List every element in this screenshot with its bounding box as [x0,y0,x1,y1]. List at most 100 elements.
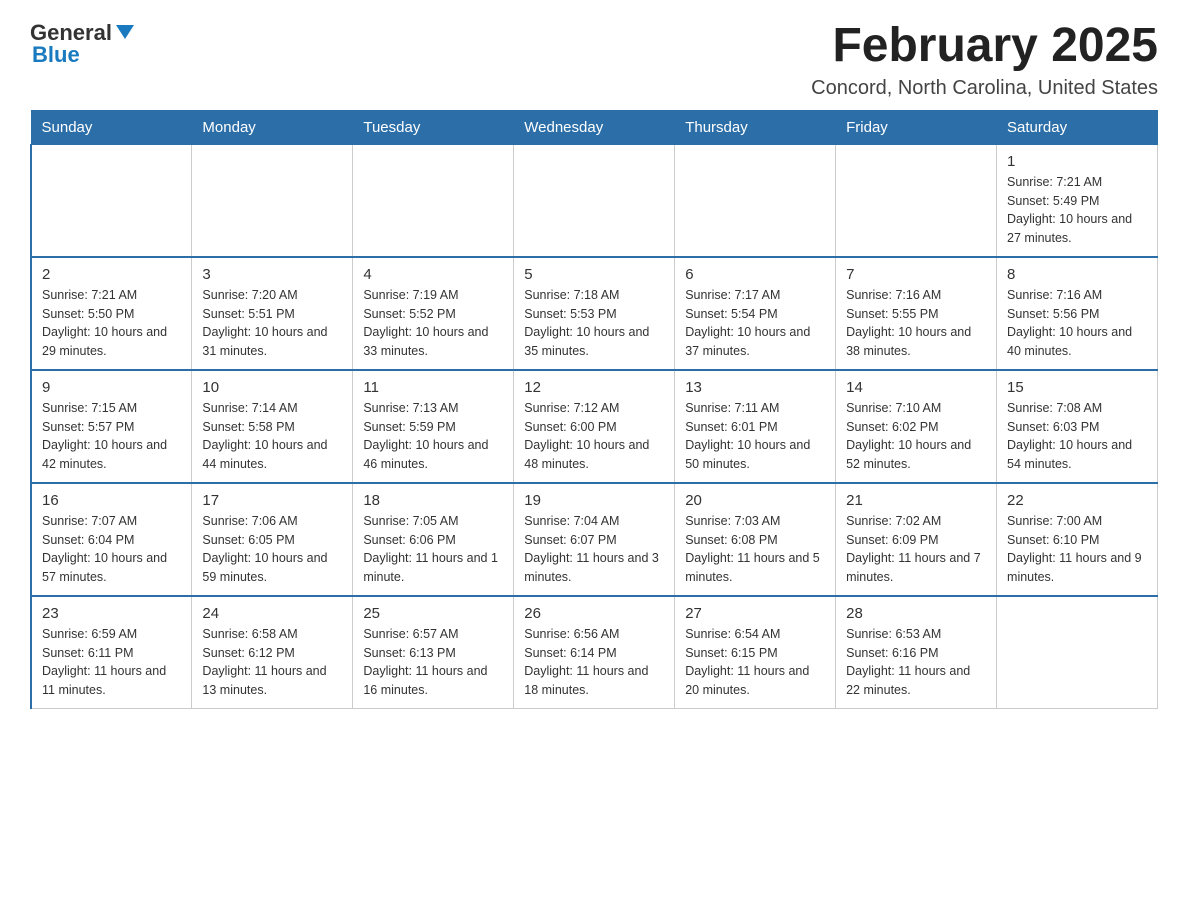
table-row: 28Sunrise: 6:53 AMSunset: 6:16 PMDayligh… [836,596,997,709]
day-info: Sunrise: 7:02 AMSunset: 6:09 PMDaylight:… [846,512,986,587]
day-number: 27 [685,605,825,622]
day-info: Sunrise: 6:53 AMSunset: 6:16 PMDaylight:… [846,625,986,700]
day-info: Sunrise: 7:15 AMSunset: 5:57 PMDaylight:… [42,399,181,474]
day-number: 11 [363,379,503,396]
day-info: Sunrise: 7:10 AMSunset: 6:02 PMDaylight:… [846,399,986,474]
day-number: 25 [363,605,503,622]
day-info: Sunrise: 7:19 AMSunset: 5:52 PMDaylight:… [363,286,503,361]
table-row: 11 Sunrise: 7:13 AMSunset: 5:59 PMDayligh… [353,370,514,483]
day-info: Sunrise: 6:58 AMSunset: 6:12 PMDaylight:… [202,625,342,700]
day-number: 20 [685,492,825,509]
day-number: 8 [1007,266,1147,283]
table-row: 21 Sunrise: 7:02 AMSunset: 6:09 PMDayligh… [836,483,997,596]
day-number: 6 [685,266,825,283]
table-row: 6 Sunrise: 7:17 AMSunset: 5:54 PMDaylight… [675,257,836,370]
table-row: 26 Sunrise: 6:56 AMSunset: 6:14 PMDayligh… [514,596,675,709]
table-row: 9 Sunrise: 7:15 AMSunset: 5:57 PMDaylight… [31,370,192,483]
table-row: 18 Sunrise: 7:05 AMSunset: 6:06 PMDayligh… [353,483,514,596]
table-row: 4 Sunrise: 7:19 AMSunset: 5:52 PMDaylight… [353,257,514,370]
day-info: Sunrise: 7:05 AMSunset: 6:06 PMDaylight:… [363,512,503,587]
calendar-week-row: 9 Sunrise: 7:15 AMSunset: 5:57 PMDaylight… [31,370,1158,483]
header-monday: Monday [192,110,353,144]
header-wednesday: Wednesday [514,110,675,144]
table-row: 10Sunrise: 7:14 AMSunset: 5:58 PMDayligh… [192,370,353,483]
day-number: 15 [1007,379,1147,396]
day-info: Sunrise: 7:07 AMSunset: 6:04 PMDaylight:… [42,512,181,587]
day-number: 9 [42,379,181,396]
table-row [997,596,1158,709]
day-number: 7 [846,266,986,283]
day-info: Sunrise: 7:20 AMSunset: 5:51 PMDaylight:… [202,286,342,361]
table-row [192,144,353,257]
day-info: Sunrise: 7:14 AMSunset: 5:58 PMDaylight:… [202,399,342,474]
day-number: 26 [524,605,664,622]
day-info: Sunrise: 7:13 AMSunset: 5:59 PMDaylight:… [363,399,503,474]
table-row: 19Sunrise: 7:04 AMSunset: 6:07 PMDayligh… [514,483,675,596]
header-saturday: Saturday [997,110,1158,144]
month-title: February 2025 [811,20,1158,73]
day-number: 16 [42,492,181,509]
table-row: 12 Sunrise: 7:12 AMSunset: 6:00 PMDayligh… [514,370,675,483]
day-number: 5 [524,266,664,283]
day-number: 17 [202,492,342,509]
table-row: 7Sunrise: 7:16 AMSunset: 5:55 PMDaylight… [836,257,997,370]
table-row: 15 Sunrise: 7:08 AMSunset: 6:03 PMDayligh… [997,370,1158,483]
day-number: 1 [1007,153,1147,170]
table-row: 2Sunrise: 7:21 AMSunset: 5:50 PMDaylight… [31,257,192,370]
day-info: Sunrise: 7:21 AMSunset: 5:49 PMDaylight:… [1007,173,1147,248]
day-number: 23 [42,605,181,622]
header-friday: Friday [836,110,997,144]
day-info: Sunrise: 6:57 AMSunset: 6:13 PMDaylight:… [363,625,503,700]
table-row [514,144,675,257]
table-row: 23 Sunrise: 6:59 AMSunset: 6:11 PMDayligh… [31,596,192,709]
day-info: Sunrise: 6:54 AMSunset: 6:15 PMDaylight:… [685,625,825,700]
table-row: 22 Sunrise: 7:00 AMSunset: 6:10 PMDayligh… [997,483,1158,596]
day-info: Sunrise: 7:04 AMSunset: 6:07 PMDaylight:… [524,512,664,587]
table-row: 16 Sunrise: 7:07 AMSunset: 6:04 PMDayligh… [31,483,192,596]
header-thursday: Thursday [675,110,836,144]
header-sunday: Sunday [31,110,192,144]
day-info: Sunrise: 7:12 AMSunset: 6:00 PMDaylight:… [524,399,664,474]
table-row [836,144,997,257]
day-info: Sunrise: 7:17 AMSunset: 5:54 PMDaylight:… [685,286,825,361]
day-number: 12 [524,379,664,396]
day-info: Sunrise: 6:56 AMSunset: 6:14 PMDaylight:… [524,625,664,700]
calendar-week-row: 16 Sunrise: 7:07 AMSunset: 6:04 PMDayligh… [31,483,1158,596]
calendar-week-row: 1 Sunrise: 7:21 AMSunset: 5:49 PMDaylight… [31,144,1158,257]
day-info: Sunrise: 7:03 AMSunset: 6:08 PMDaylight:… [685,512,825,587]
table-row: 25 Sunrise: 6:57 AMSunset: 6:13 PMDayligh… [353,596,514,709]
table-row: 13Sunrise: 7:11 AMSunset: 6:01 PMDayligh… [675,370,836,483]
day-info: Sunrise: 7:21 AMSunset: 5:50 PMDaylight:… [42,286,181,361]
table-row [353,144,514,257]
calendar-week-row: 23 Sunrise: 6:59 AMSunset: 6:11 PMDayligh… [31,596,1158,709]
logo: General Blue [30,20,134,68]
logo-triangle-icon [116,25,134,39]
table-row: 5 Sunrise: 7:18 AMSunset: 5:53 PMDaylight… [514,257,675,370]
day-number: 21 [846,492,986,509]
table-row: 8 Sunrise: 7:16 AMSunset: 5:56 PMDaylight… [997,257,1158,370]
day-info: Sunrise: 6:59 AMSunset: 6:11 PMDaylight:… [42,625,181,700]
day-info: Sunrise: 7:00 AMSunset: 6:10 PMDaylight:… [1007,512,1147,587]
weekday-header-row: Sunday Monday Tuesday Wednesday Thursday… [31,110,1158,144]
day-info: Sunrise: 7:11 AMSunset: 6:01 PMDaylight:… [685,399,825,474]
day-info: Sunrise: 7:16 AMSunset: 5:56 PMDaylight:… [1007,286,1147,361]
table-row: 14 Sunrise: 7:10 AMSunset: 6:02 PMDayligh… [836,370,997,483]
table-row: 20 Sunrise: 7:03 AMSunset: 6:08 PMDayligh… [675,483,836,596]
day-number: 4 [363,266,503,283]
day-info: Sunrise: 7:08 AMSunset: 6:03 PMDaylight:… [1007,399,1147,474]
page-header: General Blue February 2025 Concord, Nort… [30,20,1158,100]
day-info: Sunrise: 7:18 AMSunset: 5:53 PMDaylight:… [524,286,664,361]
table-row: 27 Sunrise: 6:54 AMSunset: 6:15 PMDayligh… [675,596,836,709]
location-subtitle: Concord, North Carolina, United States [811,77,1158,100]
day-number: 24 [202,605,342,622]
table-row: 1 Sunrise: 7:21 AMSunset: 5:49 PMDaylight… [997,144,1158,257]
table-row [675,144,836,257]
header-tuesday: Tuesday [353,110,514,144]
table-row: 3Sunrise: 7:20 AMSunset: 5:51 PMDaylight… [192,257,353,370]
day-number: 14 [846,379,986,396]
logo-text-blue: Blue [32,42,80,68]
calendar-week-row: 2Sunrise: 7:21 AMSunset: 5:50 PMDaylight… [31,257,1158,370]
calendar-table: Sunday Monday Tuesday Wednesday Thursday… [30,110,1158,709]
day-number: 22 [1007,492,1147,509]
day-number: 18 [363,492,503,509]
